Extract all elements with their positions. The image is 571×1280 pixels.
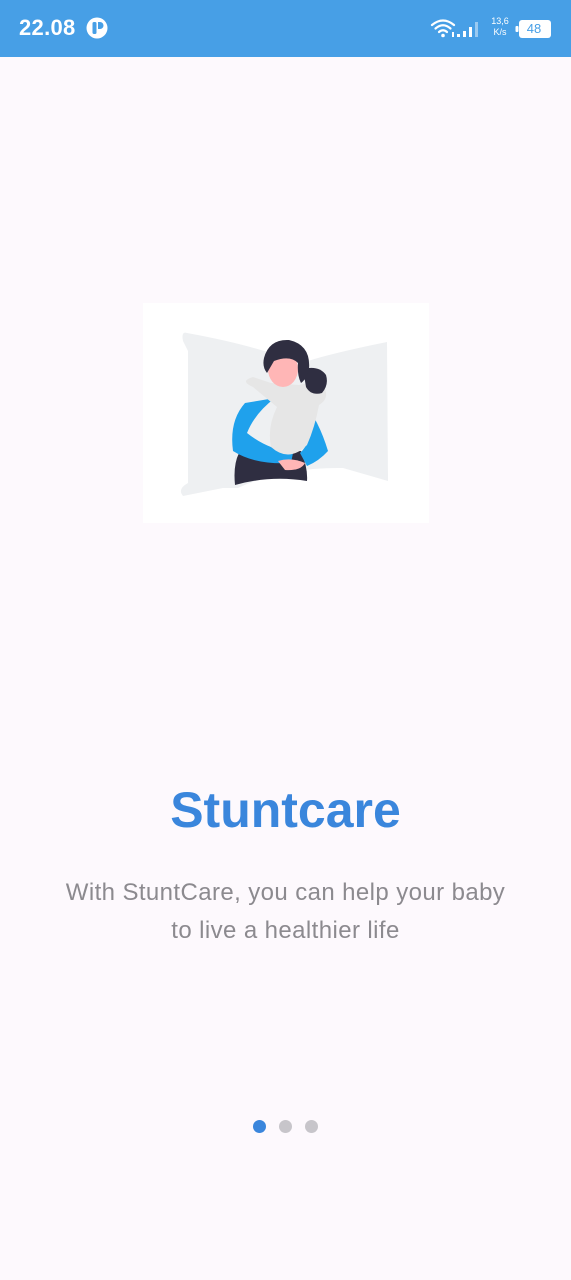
mother-holding-baby-illustration: [143, 303, 429, 523]
cellular-signal-icon: [457, 22, 478, 37]
network-speed-unit: K/s: [493, 27, 507, 37]
status-bar: 22.08 13,6 K/s 48: [0, 0, 571, 57]
battery-level: 48: [526, 21, 542, 36]
illustration-art: [180, 332, 388, 496]
notification-app-icon: [86, 17, 108, 39]
network-speed-value: 13,6: [491, 16, 509, 26]
page-indicator-dot-1[interactable]: [253, 1120, 266, 1133]
network-speed: 13,6 K/s: [488, 16, 512, 38]
wifi-icon: [430, 19, 456, 38]
status-time: 22.08: [19, 15, 76, 40]
onboarding-title: Stuntcare: [170, 782, 401, 838]
page-indicator: [0, 1120, 571, 1134]
page-indicator-dot-2[interactable]: [279, 1120, 292, 1133]
onboarding-description: With StuntCare, you can help your baby t…: [65, 879, 506, 944]
page-indicator-dot-3[interactable]: [305, 1120, 318, 1133]
